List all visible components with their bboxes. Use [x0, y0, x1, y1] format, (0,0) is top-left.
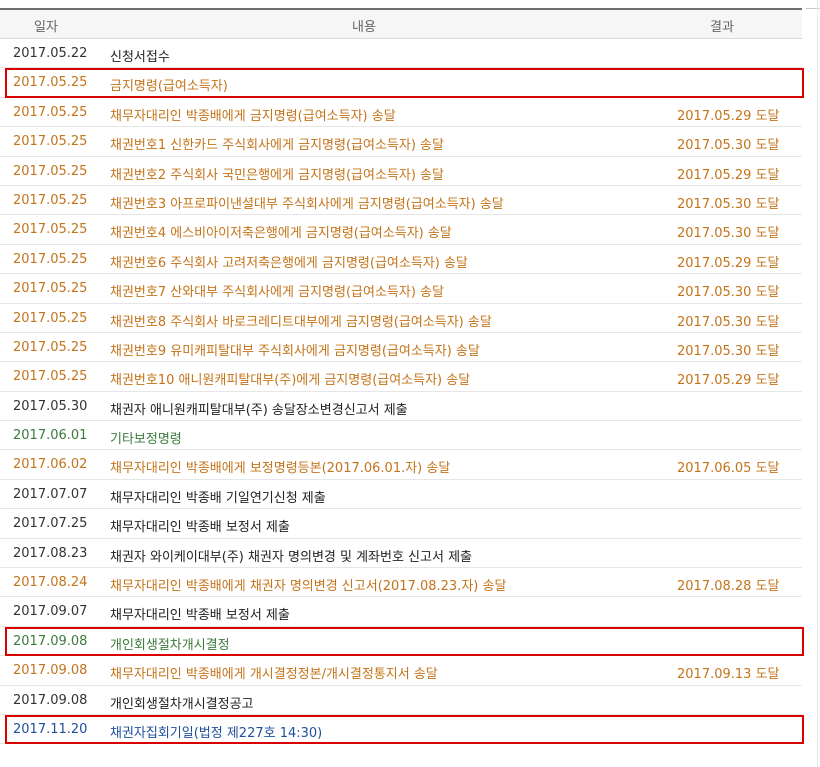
- table-row: 2017.05.25 채권번호8 주식회사 바로크레디트대부에게 금지명령(급여소…: [0, 304, 802, 333]
- row-content: 채권자 애니원캐피탈대부(주) 송달장소변경신고서 제출: [110, 402, 408, 418]
- row-result: 2017.05.29 도달: [677, 108, 780, 124]
- row-result: 2017.05.30 도달: [677, 285, 780, 301]
- table-row: 2017.07.07 채무자대리인 박종배 기일연기신청 제출: [0, 480, 802, 510]
- row-date: 2017.05.25: [13, 281, 88, 297]
- row-content: 금지명령(급여소득자): [110, 79, 228, 95]
- row-date: 2017.07.07: [13, 486, 88, 502]
- row-content: 채권번호7 산와대부 주식회사에게 금지명령(급여소득자) 송달: [110, 285, 444, 301]
- row-content: 개인회생절차개시결정공고: [110, 696, 254, 712]
- row-content: 채권자집회기일(법정 제227호 14:30): [110, 725, 323, 741]
- row-content: 채무자대리인 박종배에게 채권자 명의변경 신고서(2017.08.23.자) …: [110, 579, 507, 595]
- row-result: 2017.05.29 도달: [677, 255, 780, 271]
- row-date: 2017.05.22: [13, 46, 88, 61]
- table-row: 2017.05.25 채무자대리인 박종배에게 금지명령(급여소득자) 송달 201…: [0, 98, 802, 128]
- table-header: 일자 내용 결과: [0, 10, 802, 39]
- table-row: 2017.05.25 채권번호3 아프로파이낸셜대부 주식회사에게 금지명령(급여…: [0, 186, 802, 216]
- row-date: 2017.05.30: [13, 398, 88, 414]
- row-date: 2017.07.25: [13, 516, 88, 532]
- row-content: 채무자대리인 박종배 기일연기신청 제출: [110, 490, 326, 506]
- row-content: 채권번호10 애니원캐피탈대부(주)에게 금지명령(급여소득자) 송달: [110, 373, 471, 389]
- divider: [817, 0, 818, 767]
- table-row: 2017.05.25 채권번호6 주식회사 고려저축은행에게 금지명령(급여소득자…: [0, 245, 802, 275]
- row-content: 채무자대리인 박종배에게 보정명령등본(2017.06.01.자) 송달: [110, 461, 451, 477]
- row-date: 2017.05.25: [13, 222, 88, 238]
- row-date: 2017.05.25: [13, 192, 88, 208]
- row-date: 2017.06.02: [13, 457, 88, 473]
- table-row: 2017.05.25 채권번호10 애니원캐피탈대부(주)에게 금지명령(급여소득…: [0, 362, 802, 392]
- table-row: 2017.06.01 기타보정명령: [0, 421, 802, 451]
- row-content: 채무자대리인 박종배에게 금지명령(급여소득자) 송달: [110, 108, 396, 124]
- row-date: 2017.05.25: [13, 163, 88, 179]
- row-date: 2017.05.25: [13, 251, 88, 267]
- row-result: 2017.05.30 도달: [677, 343, 780, 359]
- table-row: 2017.05.25 채권번호4 에스비아이저축은행에게 금지명령(급여소득자) …: [0, 215, 802, 245]
- row-content: 채무자대리인 박종배에게 개시결정정본/개시결정통지서 송달: [110, 667, 438, 683]
- row-result: 2017.05.29 도달: [677, 373, 780, 389]
- table-row: 2017.05.25 채권번호9 유미캐피탈대부 주식회사에게 금지명령(급여소득…: [0, 333, 802, 363]
- row-date: 2017.09.08: [13, 633, 88, 649]
- row-result: 2017.05.29 도달: [677, 167, 780, 183]
- highlighted-table-row: 2017.11.20 채권자집회기일(법정 제227호 14:30): [0, 714, 804, 745]
- row-date: 2017.11.20: [13, 721, 88, 737]
- table-row: 2017.09.07 채무자대리인 박종배 보정서 제출: [0, 597, 802, 627]
- row-content: 채권번호3 아프로파이낸셜대부 주식회사에게 금지명령(급여소득자) 송달: [110, 196, 504, 212]
- row-content: 채무자대리인 박종배 보정서 제출: [110, 520, 290, 536]
- row-content: 채권번호9 유미캐피탈대부 주식회사에게 금지명령(급여소득자) 송달: [110, 343, 480, 359]
- row-result: 2017.06.05 도달: [677, 461, 780, 477]
- table-row: 2017.06.02 채무자대리인 박종배에게 보정명령등본(2017.06.01…: [0, 450, 802, 480]
- header-content: 내용: [352, 20, 376, 35]
- row-result: 2017.05.30 도달: [677, 226, 780, 242]
- table-row: 2017.05.25 채권번호1 신한카드 주식회사에게 금지명령(급여소득자) …: [0, 127, 802, 157]
- table-row: 2017.05.22 신청서접수: [0, 39, 802, 69]
- table-row: 2017.07.25 채무자대리인 박종배 보정서 제출: [0, 509, 802, 539]
- row-date: 2017.08.24: [13, 575, 88, 591]
- header-result: 결과: [710, 20, 734, 35]
- row-content: 채권자 와이케이대부(주) 채권자 명의변경 및 계좌번호 신고서 제출: [110, 549, 472, 565]
- table-row: 2017.09.08 개인회생절차개시결정공고: [0, 686, 802, 715]
- header-date: 일자: [34, 20, 58, 35]
- table-row: 2017.08.24 채무자대리인 박종배에게 채권자 명의변경 신고서(2017…: [0, 568, 802, 598]
- row-content: 기타보정명령: [110, 432, 182, 448]
- table-row: 2017.05.30 채권자 애니원캐피탈대부(주) 송달장소변경신고서 제출: [0, 392, 802, 422]
- row-date: 2017.09.08: [13, 663, 88, 679]
- row-content: 채권번호4 에스비아이저축은행에게 금지명령(급여소득자) 송달: [110, 226, 452, 242]
- row-date: 2017.05.25: [13, 104, 88, 120]
- row-date: 2017.09.08: [13, 692, 88, 708]
- row-content: 채권번호1 신한카드 주식회사에게 금지명령(급여소득자) 송달: [110, 138, 444, 154]
- row-date: 2017.05.25: [13, 339, 88, 355]
- row-date: 2017.09.07: [13, 604, 88, 620]
- row-content: 개인회생절차개시결정: [110, 637, 230, 653]
- row-date: 2017.08.23: [13, 545, 88, 561]
- row-result: 2017.08.28 도달: [677, 579, 780, 595]
- row-result: 2017.05.30 도달: [677, 196, 780, 212]
- row-date: 2017.05.25: [13, 75, 88, 91]
- row-content: 채권번호8 주식회사 바로크레디트대부에게 금지명령(급여소득자) 송달: [110, 314, 492, 330]
- table-row: 2017.09.08 채무자대리인 박종배에게 개시결정정본/개시결정통지서 송달…: [0, 656, 802, 686]
- row-result: 2017.05.30 도달: [677, 138, 780, 154]
- row-date: 2017.05.25: [13, 369, 88, 385]
- highlighted-table-row: 2017.09.08 개인회생절차개시결정: [0, 626, 804, 657]
- row-content: 채무자대리인 박종배 보정서 제출: [110, 608, 290, 624]
- row-content: 채권번호2 주식회사 국민은행에게 금지명령(급여소득자) 송달: [110, 167, 444, 183]
- row-date: 2017.05.25: [13, 134, 88, 150]
- table-row: 2017.05.25 채권번호2 주식회사 국민은행에게 금지명령(급여소득자) …: [0, 157, 802, 186]
- row-content: 채권번호6 주식회사 고려저축은행에게 금지명령(급여소득자) 송달: [110, 255, 468, 271]
- row-date: 2017.05.25: [13, 310, 88, 326]
- table-body: 2017.05.22 신청서접수 2017.05.25 금지명령(급여소득자) 2017…: [0, 39, 804, 745]
- highlighted-table-row: 2017.05.25 금지명령(급여소득자): [0, 68, 804, 99]
- table-row: 2017.08.23 채권자 와이케이대부(주) 채권자 명의변경 및 계좌번호 …: [0, 539, 802, 569]
- row-content: 신청서접수: [110, 50, 170, 65]
- row-date: 2017.06.01: [13, 428, 88, 444]
- row-result: 2017.05.30 도달: [677, 314, 780, 330]
- row-result: 2017.09.13 도달: [677, 667, 780, 683]
- table-row: 2017.05.25 채권번호7 산와대부 주식회사에게 금지명령(급여소득자) …: [0, 274, 802, 304]
